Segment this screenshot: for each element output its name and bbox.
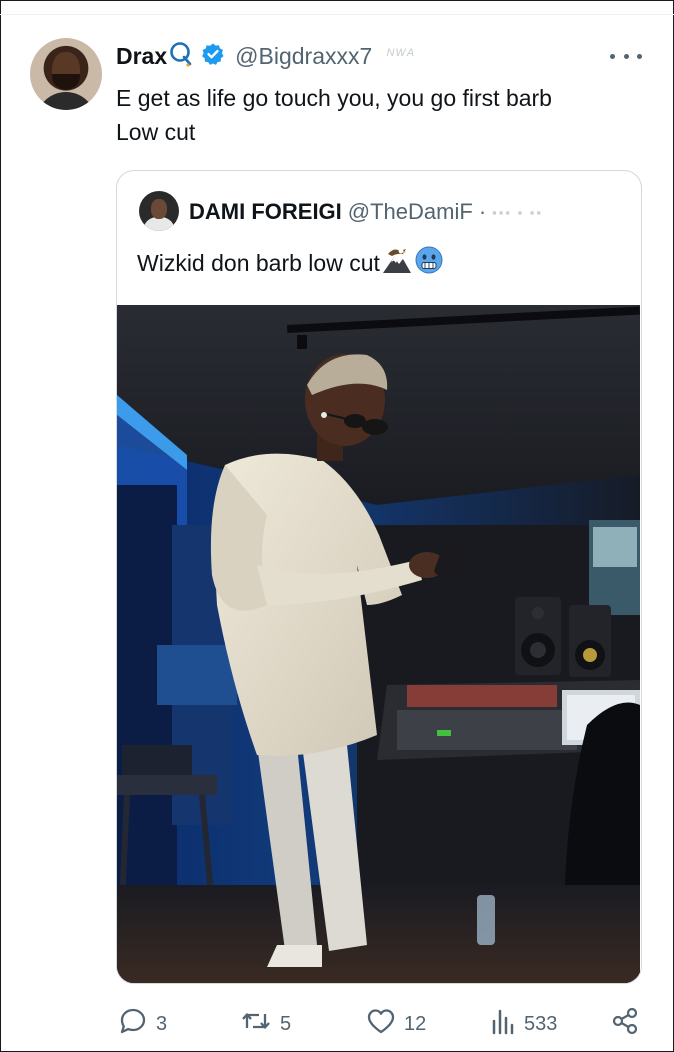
faded-label: ᴺᵂᴬ [386, 47, 415, 64]
retweet-button[interactable]: 5 [240, 1006, 291, 1042]
quoted-tweet-card[interactable]: DAMI FOREIGI @TheDamiF · ▪▪▪ ▪ ▪▪ Wizkid… [116, 170, 642, 984]
quoted-author-avatar[interactable] [139, 191, 179, 231]
share-button[interactable] [610, 1006, 640, 1042]
tweet-text: E get as life go touch you, you go first… [116, 81, 636, 149]
separator-dot: · [478, 199, 487, 224]
like-icon [366, 1007, 396, 1041]
reply-count: 3 [156, 1012, 168, 1035]
divider [0, 14, 674, 15]
quoted-author-row: DAMI FOREIGI @TheDamiF · ▪▪▪ ▪ ▪▪ [189, 199, 543, 225]
author-name[interactable]: Drax [116, 43, 167, 70]
quoted-text: Wizkid don barb low cut [137, 249, 380, 276]
studio-photo-illustration [117, 305, 640, 983]
reply-icon [118, 1007, 148, 1041]
eagle-mountain-emoji [382, 245, 412, 281]
quoted-tweet-photo[interactable] [117, 305, 640, 983]
cold-face-emoji [414, 245, 444, 281]
like-button[interactable]: 12 [366, 1006, 426, 1042]
reply-button[interactable]: 3 [118, 1006, 167, 1042]
tweet-text-line-1: E get as life go touch you, you go first… [116, 85, 552, 111]
author-avatar[interactable] [30, 38, 102, 110]
quoted-author-name[interactable]: DAMI FOREIGI [189, 199, 342, 225]
like-count: 12 [404, 1012, 427, 1035]
quoted-author-handle[interactable]: @TheDamiF [348, 199, 473, 225]
share-icon [610, 1006, 640, 1042]
views-icon [490, 1007, 516, 1041]
tweet-actions: 3 5 12 533 [0, 1006, 674, 1042]
retweet-count: 5 [280, 1012, 292, 1035]
author-row: Drax @Bigdraxxx7 ᴺᵂᴬ [116, 40, 415, 72]
verified-badge-icon [201, 42, 225, 71]
faded-timestamp: ▪▪▪ ▪ ▪▪ [492, 204, 544, 220]
author-handle[interactable]: @Bigdraxxx7 [235, 43, 372, 70]
views-count: 533 [524, 1012, 558, 1035]
tweet-text-line-2: Low cut [116, 119, 196, 145]
quoted-tweet-text: Wizkid don barb low cut [137, 245, 444, 281]
retweet-icon [240, 1007, 272, 1041]
q-icon [169, 41, 193, 72]
views-button[interactable]: 533 [490, 1006, 557, 1042]
more-icon[interactable] [610, 46, 642, 66]
